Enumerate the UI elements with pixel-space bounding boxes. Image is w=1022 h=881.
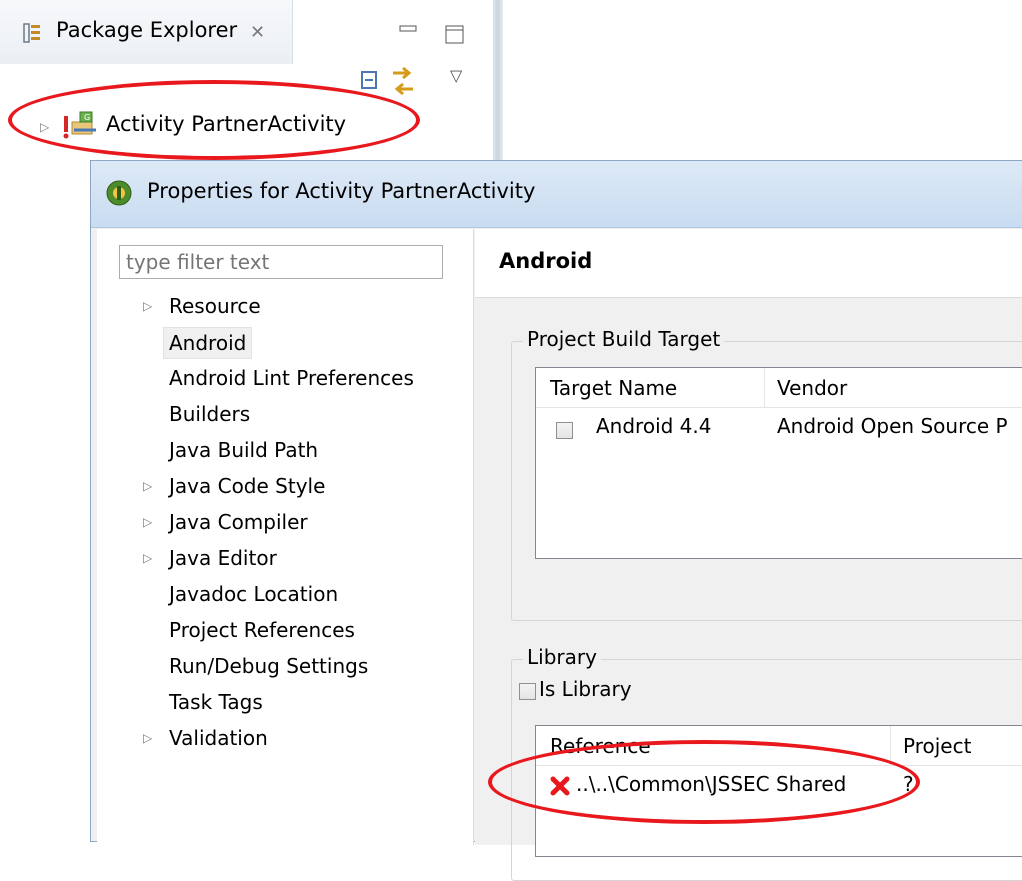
build-target-group-label: Project Build Target (523, 327, 725, 351)
column-header-vendor[interactable]: Vendor (765, 368, 1022, 408)
tree-item-validation[interactable]: Validation (169, 723, 268, 753)
page-header: Android (475, 229, 1022, 298)
dialog-title-bar[interactable]: Properties for Activity PartnerActivity (91, 161, 1022, 228)
package-explorer-tab[interactable]: Package Explorer ✕ (0, 0, 293, 64)
vendor-cell: Android Open Source P (777, 414, 1008, 438)
table-row[interactable]: Android 4.4 Android Open Source P (536, 408, 1022, 448)
tree-item-java-build-path[interactable]: Java Build Path (169, 435, 318, 465)
library-group-label: Library (523, 645, 601, 669)
tree-item-project-references[interactable]: Project References (169, 615, 355, 645)
package-explorer-title: Package Explorer (56, 18, 238, 42)
dialog-title: Properties for Activity PartnerActivity (147, 179, 536, 203)
tree-item-javadoc-location[interactable]: Javadoc Location (169, 579, 338, 609)
package-explorer-icon (22, 22, 44, 48)
is-library-label[interactable]: Is Library (539, 677, 632, 701)
tree-expand-icon[interactable]: ▷ (143, 723, 152, 753)
filter-input[interactable] (119, 245, 443, 279)
target-name-cell: Android 4.4 (596, 414, 712, 438)
collapse-all-icon[interactable] (360, 70, 382, 92)
android-app-icon (105, 179, 133, 211)
tree-expand-icon[interactable]: ▷ (143, 543, 152, 573)
minimize-icon[interactable] (398, 24, 418, 34)
column-header-target-name[interactable]: Target Name (536, 368, 764, 408)
is-library-checkbox[interactable] (519, 683, 536, 700)
tree-item-java-code-style[interactable]: Java Code Style (169, 471, 325, 501)
link-with-editor-icon[interactable] (388, 64, 418, 98)
view-menu-icon[interactable]: ▽ (450, 66, 462, 85)
target-checkbox[interactable] (556, 422, 573, 439)
tree-item-java-compiler[interactable]: Java Compiler (169, 507, 308, 537)
column-header-project[interactable]: Project (891, 726, 1022, 766)
tree-expand-icon[interactable]: ▷ (143, 507, 152, 537)
tree-item-builders[interactable]: Builders (169, 399, 250, 429)
tree-item-task-tags[interactable]: Task Tags (169, 687, 263, 717)
tree-item-android[interactable]: Android (163, 327, 253, 359)
page-title: Android (499, 249, 593, 273)
tree-item-run-debug-settings[interactable]: Run/Debug Settings (169, 651, 368, 681)
build-target-table[interactable]: Target Name Vendor Android 4.4 Android O… (535, 367, 1022, 559)
property-tree-pane: ▷ Resource Android Android Lint Preferen… (97, 229, 474, 845)
highlight-ellipse-project (8, 80, 420, 160)
tree-expand-icon[interactable]: ▷ (143, 291, 152, 321)
highlight-ellipse-reference (488, 740, 920, 824)
maximize-icon[interactable] (444, 24, 466, 46)
close-view-icon[interactable]: ✕ (250, 22, 265, 43)
tree-item-android-lint-preferences[interactable]: Android Lint Preferences (169, 363, 414, 393)
tree-item-resource[interactable]: Resource (169, 291, 261, 321)
properties-dialog: Properties for Activity PartnerActivity … (90, 160, 1022, 881)
tree-item-java-editor[interactable]: Java Editor (169, 543, 277, 573)
tree-expand-icon[interactable]: ▷ (143, 471, 152, 501)
